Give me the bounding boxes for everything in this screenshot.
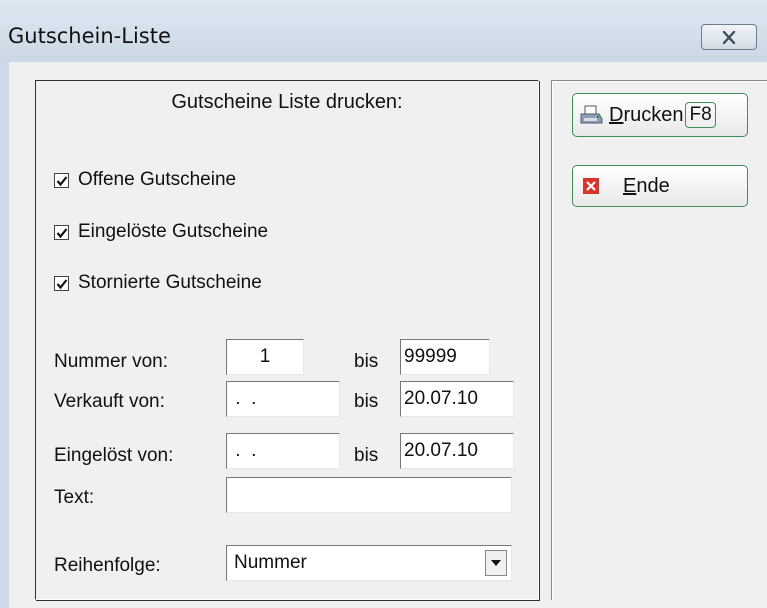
printer-icon	[580, 105, 603, 124]
ende-button[interactable]: Ende	[572, 165, 748, 207]
window-title: Gutschein-Liste	[8, 24, 171, 48]
options-panel: Gutscheine Liste drucken: Offene Gutsche…	[35, 80, 539, 600]
checkbox-stornierte[interactable]: Stornierte Gutscheine	[54, 272, 262, 294]
close-button[interactable]	[701, 24, 757, 50]
nummer-von-input[interactable]: 1	[226, 339, 304, 375]
verkauft-von-input[interactable]: . .	[226, 381, 340, 417]
check-icon	[56, 278, 68, 289]
checkbox-label: Offene Gutscheine	[78, 169, 237, 190]
ende-label: nde	[636, 174, 670, 197]
verkauft-bis-label: bis	[354, 391, 379, 412]
verkauft-von-label: Verkauft von:	[54, 391, 165, 412]
reihenfolge-value: Nummer	[234, 552, 307, 573]
red-x-icon	[583, 178, 599, 194]
text-label: Text:	[54, 487, 95, 508]
text-input[interactable]	[226, 477, 512, 513]
check-icon	[56, 227, 68, 238]
check-icon	[56, 175, 68, 186]
ende-mnemonic: E	[623, 174, 637, 197]
checkbox-offene[interactable]: Offene Gutscheine	[54, 169, 236, 191]
drucken-mnemonic: D	[609, 103, 624, 126]
nummer-bis-input[interactable]: 99999	[400, 339, 490, 375]
verkauft-bis-input[interactable]: 20.07.10	[400, 381, 514, 417]
nummer-von-label: Nummer von:	[54, 351, 169, 372]
dialog-client-area: Gutscheine Liste drucken: Offene Gutsche…	[9, 62, 767, 608]
drucken-shortcut: F8	[685, 102, 716, 128]
checkbox-label: Stornierte Gutscheine	[78, 272, 262, 293]
actions-panel: Drucken F8 Ende	[551, 80, 767, 600]
reihenfolge-label: Reihenfolge:	[54, 555, 161, 576]
reihenfolge-select[interactable]: Nummer	[226, 545, 512, 581]
panel-heading: Gutscheine Liste drucken:	[171, 91, 403, 113]
title-bar[interactable]: Gutschein-Liste	[0, 0, 767, 62]
dialog-window: Gutschein-Liste Gutscheine Liste drucken…	[0, 0, 767, 608]
eingeloest-von-label: Eingelöst von:	[54, 445, 174, 466]
checkbox-label: Eingelöste Gutscheine	[78, 221, 269, 242]
checkbox-box[interactable]	[54, 275, 69, 291]
checkbox-box[interactable]	[54, 224, 69, 240]
eingeloest-bis-input[interactable]: 20.07.10	[400, 433, 514, 469]
close-icon	[722, 31, 736, 44]
eingeloest-von-input[interactable]: . .	[226, 433, 340, 469]
eingeloest-bis-label: bis	[354, 445, 379, 466]
drucken-button[interactable]: Drucken F8	[572, 93, 748, 137]
nummer-bis-label: bis	[354, 351, 379, 372]
chevron-down-icon	[491, 560, 501, 566]
drucken-label: rucken	[623, 103, 684, 126]
checkbox-box[interactable]	[54, 172, 69, 188]
checkbox-eingeloeste[interactable]: Eingelöste Gutscheine	[54, 221, 268, 243]
dropdown-arrow-button[interactable]	[485, 550, 507, 576]
